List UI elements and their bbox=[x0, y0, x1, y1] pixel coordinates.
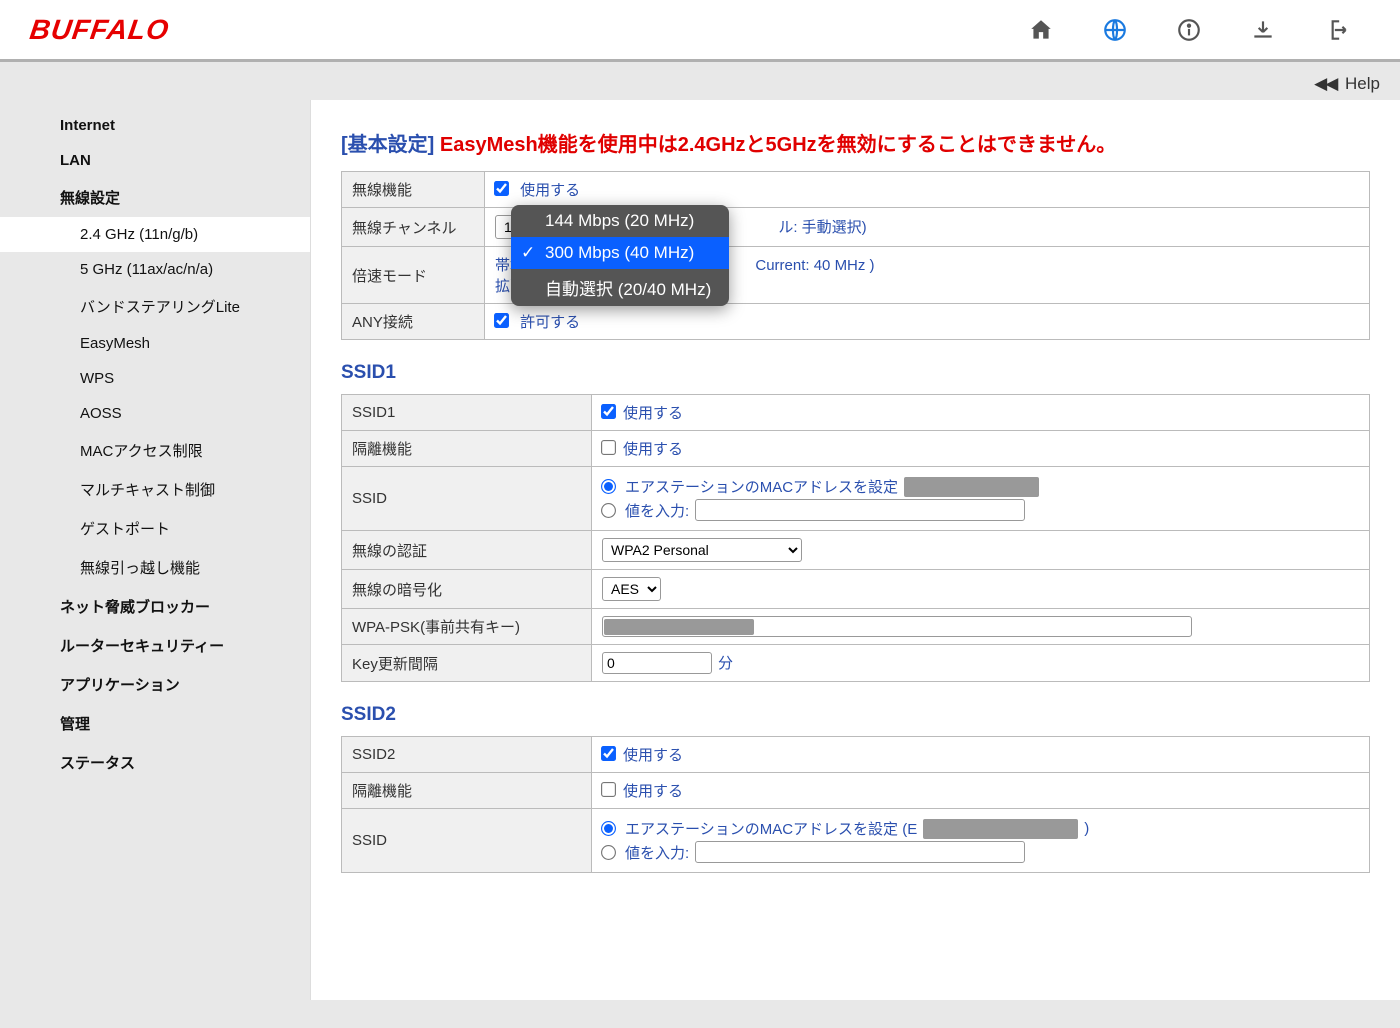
ssid2-mac-radio[interactable] bbox=[601, 821, 616, 836]
ssid1-heading: SSID1 bbox=[341, 362, 1370, 384]
ssid1-enable-checkbox[interactable] bbox=[601, 404, 616, 419]
row-label-double: 倍速モード bbox=[342, 247, 485, 304]
ssid2-isolate-checkbox[interactable] bbox=[601, 782, 616, 797]
ssid2-table: SSID2 使用する 隔離機能 使用する SSID エアステーションのMACアド… bbox=[341, 736, 1370, 873]
row-label-wireless: 無線機能 bbox=[342, 172, 485, 208]
ssid1-input-text: 値を入力: bbox=[625, 500, 689, 521]
ssid1-isolate-label: 隔離機能 bbox=[342, 431, 592, 467]
home-icon[interactable] bbox=[1028, 17, 1054, 43]
sidebar-item-10[interactable]: マルチキャスト制御 bbox=[0, 470, 310, 509]
ssid2-enable-label: SSID2 bbox=[342, 737, 592, 773]
sidebar-item-2[interactable]: 無線設定 bbox=[0, 178, 310, 217]
chevrons-left-icon: ◀◀ bbox=[1314, 74, 1336, 93]
ssid1-enable-text: 使用する bbox=[623, 405, 683, 422]
ssid1-mac-value bbox=[904, 477, 1039, 497]
ssid2-input-text: 値を入力: bbox=[625, 842, 689, 863]
sidebar-item-13[interactable]: ネット脅威ブロッカー bbox=[0, 587, 310, 626]
ssid1-enc-select[interactable]: AES bbox=[602, 577, 661, 601]
ssid1-auth-label: 無線の認証 bbox=[342, 531, 592, 570]
sidebar-item-4[interactable]: 5 GHz (11ax/ac/n/a) bbox=[0, 252, 310, 287]
sidebar-item-17[interactable]: ステータス bbox=[0, 743, 310, 782]
row-label-any: ANY接続 bbox=[342, 304, 485, 340]
sidebar-item-3[interactable]: 2.4 GHz (11n/g/b) bbox=[0, 217, 310, 252]
sidebar-item-15[interactable]: アプリケーション bbox=[0, 665, 310, 704]
sidebar-item-11[interactable]: ゲストポート bbox=[0, 509, 310, 548]
page-title: [基本設定] EasyMesh機能を使用中は2.4GHzと5GHzを無効にするこ… bbox=[341, 128, 1370, 157]
ssid1-rekey-input[interactable] bbox=[602, 652, 712, 674]
wireless-enable-label: 使用する bbox=[520, 182, 580, 199]
ssid1-table: SSID1 使用する 隔離機能 使用する SSID エアステーションのMACアド… bbox=[341, 394, 1370, 682]
header: BUFFALO bbox=[0, 0, 1400, 62]
header-icon-bar bbox=[1028, 17, 1370, 43]
download-icon[interactable] bbox=[1250, 17, 1276, 43]
ssid1-ssid-label: SSID bbox=[342, 467, 592, 531]
sidebar-item-12[interactable]: 無線引っ越し機能 bbox=[0, 548, 310, 587]
bandwidth-dropdown[interactable]: 144 Mbps (20 MHz) 300 Mbps (40 MHz) 自動選択… bbox=[511, 205, 729, 306]
title-warning: EasyMesh機能を使用中は2.4GHzと5GHzを無効にすることはできません… bbox=[440, 134, 1116, 156]
ssid2-input-field[interactable] bbox=[695, 841, 1025, 863]
ssid1-input-radio[interactable] bbox=[601, 503, 616, 518]
wireless-enable-checkbox[interactable] bbox=[494, 181, 509, 196]
ssid1-isolate-text: 使用する bbox=[623, 441, 683, 458]
bandwidth-option-auto[interactable]: 自動選択 (20/40 MHz) bbox=[511, 269, 729, 306]
ssid2-mac-value bbox=[923, 819, 1078, 839]
globe-icon[interactable] bbox=[1102, 17, 1128, 43]
bandwidth-option-300[interactable]: 300 Mbps (40 MHz) bbox=[511, 237, 729, 269]
title-bracket: [基本設定] bbox=[341, 134, 434, 156]
sidebar-item-5[interactable]: バンドステアリングLite bbox=[0, 287, 310, 326]
basic-settings-table: 無線機能 使用する 無線チャンネル 1 チ ル: 手動選択) 倍速モード bbox=[341, 171, 1370, 340]
sidebar-item-1[interactable]: LAN bbox=[0, 143, 310, 178]
ssid1-enable-label: SSID1 bbox=[342, 395, 592, 431]
ssid2-input-radio[interactable] bbox=[601, 845, 616, 860]
ssid1-enc-label: 無線の暗号化 bbox=[342, 570, 592, 609]
ssid1-input-field[interactable] bbox=[695, 499, 1025, 521]
ssid1-rekey-label: Key更新間隔 bbox=[342, 645, 592, 682]
row-label-channel: 無線チャンネル bbox=[342, 208, 485, 247]
ssid1-psk-label: WPA-PSK(事前共有キー) bbox=[342, 609, 592, 645]
ssid2-mac-text: エアステーションのMACアドレスを設定 (E bbox=[625, 818, 917, 839]
help-bar[interactable]: ◀◀ Help bbox=[0, 62, 1400, 100]
sidebar-item-8[interactable]: AOSS bbox=[0, 396, 310, 431]
info-icon[interactable] bbox=[1176, 17, 1202, 43]
any-connect-label: 許可する bbox=[520, 314, 580, 331]
ssid1-auth-select[interactable]: WPA2 Personal bbox=[602, 538, 802, 562]
help-label: Help bbox=[1345, 74, 1380, 93]
ssid1-psk-value bbox=[604, 619, 754, 635]
sidebar-item-6[interactable]: EasyMesh bbox=[0, 326, 310, 361]
logout-icon[interactable] bbox=[1324, 17, 1350, 43]
ssid1-rekey-unit: 分 bbox=[718, 655, 733, 672]
ssid2-mac-suffix: ) bbox=[1084, 820, 1089, 837]
ssid2-enable-checkbox[interactable] bbox=[601, 746, 616, 761]
ssid2-isolate-text: 使用する bbox=[623, 783, 683, 800]
sidebar-item-9[interactable]: MACアクセス制限 bbox=[0, 431, 310, 470]
channel-trail: ル: 手動選択) bbox=[778, 219, 866, 236]
sidebar-item-0[interactable]: Internet bbox=[0, 108, 310, 143]
sidebar-item-16[interactable]: 管理 bbox=[0, 704, 310, 743]
sidebar-item-7[interactable]: WPS bbox=[0, 361, 310, 396]
any-connect-checkbox[interactable] bbox=[494, 313, 509, 328]
ssid2-isolate-label: 隔離機能 bbox=[342, 773, 592, 809]
content-panel: [基本設定] EasyMesh機能を使用中は2.4GHzと5GHzを無効にするこ… bbox=[310, 100, 1400, 1000]
ssid2-heading: SSID2 bbox=[341, 704, 1370, 726]
sidebar-item-14[interactable]: ルーターセキュリティー bbox=[0, 626, 310, 665]
ssid1-mac-radio[interactable] bbox=[601, 479, 616, 494]
ssid2-enable-text: 使用する bbox=[623, 747, 683, 764]
sidebar: InternetLAN無線設定2.4 GHz (11n/g/b)5 GHz (1… bbox=[0, 100, 310, 1000]
bandwidth-option-144[interactable]: 144 Mbps (20 MHz) bbox=[511, 205, 729, 237]
ssid2-ssid-label: SSID bbox=[342, 809, 592, 873]
bandwidth-current: Current: 40 MHz ) bbox=[755, 257, 874, 274]
ssid1-mac-text: エアステーションのMACアドレスを設定 bbox=[625, 476, 898, 497]
ssid1-isolate-checkbox[interactable] bbox=[601, 440, 616, 455]
brand-logo: BUFFALO bbox=[28, 14, 172, 46]
